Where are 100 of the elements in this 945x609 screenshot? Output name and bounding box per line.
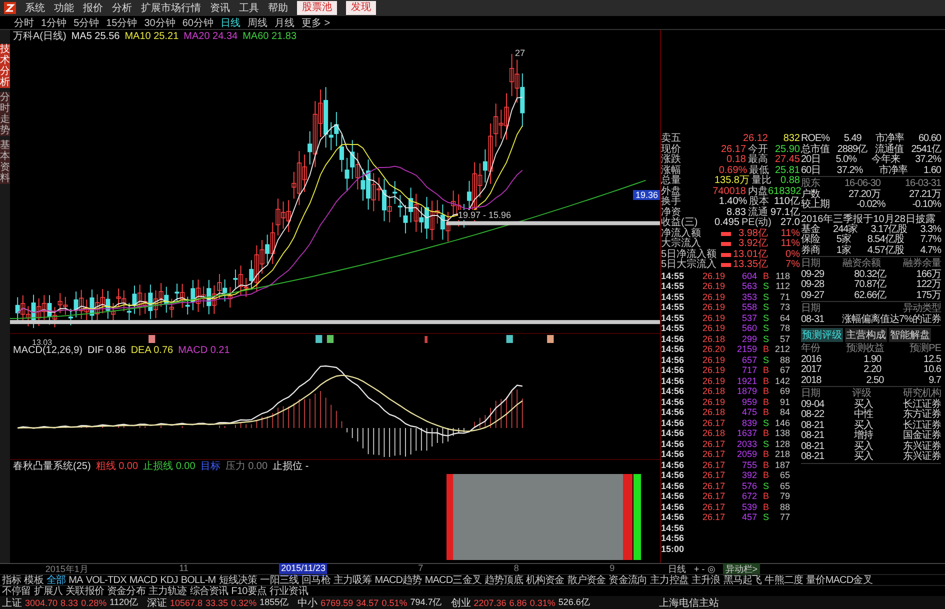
side-tab[interactable]: 技术分析 (0, 44, 10, 88)
alerts-button[interactable]: 异动栏> (723, 562, 760, 576)
tick-time: 14:56 (661, 428, 686, 438)
indicator-tab[interactable]: 趋势顶底 (484, 573, 523, 587)
signal-marker-icon (326, 335, 334, 343)
table-cell-text: 国金证券 (902, 431, 941, 441)
date-label: 2015/11/23 (279, 562, 328, 576)
indicator-tab[interactable]: 一阳三线 (260, 573, 299, 587)
indicator-tab[interactable]: VOL-TDX (86, 574, 126, 586)
indicator-tab[interactable]: 主升浪 (692, 573, 720, 587)
table-cell-text: ROE% (801, 134, 830, 144)
date-label: 8 (514, 562, 519, 574)
tick-side: S (762, 281, 769, 292)
period-tab[interactable]: 1分钟 (41, 16, 67, 30)
indicator-tab[interactable]: 主力控盘 (650, 573, 689, 587)
menu-item[interactable]: 扩展市场行情 (141, 1, 201, 15)
menu-item[interactable]: 工具 (239, 1, 259, 15)
tick-volume: 558 (740, 302, 757, 312)
table-cell: 9.7 (928, 376, 941, 386)
indicator-tab[interactable]: 量价MACD金叉 (806, 573, 872, 587)
tick-side: S (762, 418, 769, 428)
period-tab[interactable]: 更多 > (302, 16, 330, 30)
index-value: 6769.59 (320, 598, 354, 608)
tick-time: 14:55 (661, 312, 686, 323)
table-cell: 27.21万 (908, 190, 941, 200)
tick-price: 26.18 (701, 386, 725, 396)
tick-time: 14:56 (661, 480, 686, 491)
indicator-tab[interactable]: 指标 (2, 573, 22, 587)
menu-item[interactable]: 系统 (25, 1, 45, 15)
index-amount: 526.6亿 (558, 596, 590, 609)
period-tab[interactable]: 60分钟 (182, 16, 214, 30)
info-tab[interactable]: 主营构成 (845, 328, 887, 342)
period-tab[interactable]: 分时 (14, 16, 34, 30)
table-cell: 7.7% (920, 235, 941, 246)
menu-button[interactable]: 股票池 (297, 1, 337, 15)
side-tab[interactable]: 分时走势 (0, 92, 10, 136)
index-percent: 0.32% (231, 598, 257, 608)
table-cell-text: 融资余额 (842, 259, 880, 269)
bottom-tab[interactable]: 资金分布 (107, 584, 146, 598)
bottom-tab[interactable]: 不停留 (2, 584, 31, 598)
tick-count: 88 (778, 354, 790, 365)
bottom-tab[interactable]: 行业资讯 (269, 584, 308, 598)
period-tab[interactable]: 15分钟 (106, 16, 138, 30)
indicator-title: 春秋凸量系统(25) (13, 460, 91, 473)
zoom-controls[interactable]: + - ◎ (694, 564, 716, 574)
period-tab[interactable]: 5分钟 (74, 16, 100, 30)
table-cell: 2018 (801, 376, 822, 386)
tick-side: S (762, 438, 769, 449)
ma-value: MA5 25.56 (71, 30, 120, 42)
indicator-tab[interactable]: BOLL-M (180, 574, 216, 586)
indicator-tab[interactable]: 主力吸筹 (333, 573, 372, 587)
indicator-tab[interactable]: MACD趋势 (374, 573, 422, 587)
chart-title: 万科A(日线) (13, 30, 66, 43)
menu-item[interactable]: 分析 (112, 1, 132, 15)
bottom-tab[interactable]: 主力轨迹 (148, 584, 187, 598)
menu-button[interactable]: 发现 (346, 1, 376, 15)
indicator-tab[interactable]: 牛熊二度 (764, 573, 804, 587)
table-cell: 年份 (801, 344, 820, 354)
indicator-tab[interactable]: 散户资金 (567, 573, 606, 587)
bottom-tab[interactable]: 扩展八 (34, 584, 63, 598)
menu-item[interactable]: 报价 (83, 1, 103, 15)
bottom-tab[interactable]: F10要点 (231, 584, 266, 598)
table-cell: 08-21 (801, 420, 824, 431)
indicator-tab[interactable]: 模板 (24, 573, 44, 587)
indicator-tab[interactable]: 全部 (46, 573, 66, 587)
table-cell: 2.50 (866, 376, 884, 386)
indicator-tab[interactable]: 机构资金 (526, 573, 564, 587)
index-percent: 0.28% (81, 598, 107, 608)
quote-value: 7% (784, 260, 800, 270)
indicator-tab[interactable]: MACD (129, 574, 158, 586)
period-tab[interactable]: 周线 (248, 16, 268, 30)
tick-time: 14:56 (661, 512, 686, 522)
side-tab[interactable]: 基本资料 (0, 140, 10, 184)
indicator-tab[interactable]: 回马枪 (302, 573, 330, 587)
index-change: 6.86 (509, 598, 527, 608)
index-amount: 1120亿 (110, 596, 138, 609)
menu-item[interactable]: 资讯 (210, 1, 230, 15)
indicator-tab[interactable]: MA (68, 574, 83, 586)
menu-item[interactable]: 帮助 (268, 1, 288, 15)
period-tab[interactable]: 日线 (220, 16, 240, 30)
period-tab[interactable]: 月线 (274, 16, 294, 30)
indicator-tab[interactable]: 黑马起飞 (723, 573, 762, 587)
bottom-tab[interactable]: 关联报价 (66, 584, 104, 598)
table-cell: 16-06-30 (844, 179, 880, 190)
table-cell-text: 长江证券 (902, 400, 941, 410)
tick-volume: 2033 (736, 438, 757, 449)
indicator-tab[interactable]: MACD三金叉 (424, 573, 482, 587)
quote-value: 0% (784, 250, 800, 260)
quote-value: 3.98亿 (738, 228, 768, 238)
indicator-tab[interactable]: KDJ (160, 574, 178, 586)
tick-count: 69 (778, 386, 790, 396)
tick-price: 26.18 (701, 334, 725, 344)
indicator-tab[interactable]: 资金流向 (608, 573, 648, 587)
info-tab[interactable]: 智能解盘 (889, 328, 931, 342)
bottom-tab[interactable]: 综合资讯 (190, 584, 228, 598)
menu-item[interactable]: 功能 (54, 1, 74, 15)
period-tab[interactable]: 30分钟 (144, 16, 176, 30)
info-tab[interactable]: 预测评级 (801, 328, 843, 342)
indicator-tab[interactable]: 短线决策 (218, 573, 258, 587)
indicator-value: 目标 (200, 460, 220, 473)
